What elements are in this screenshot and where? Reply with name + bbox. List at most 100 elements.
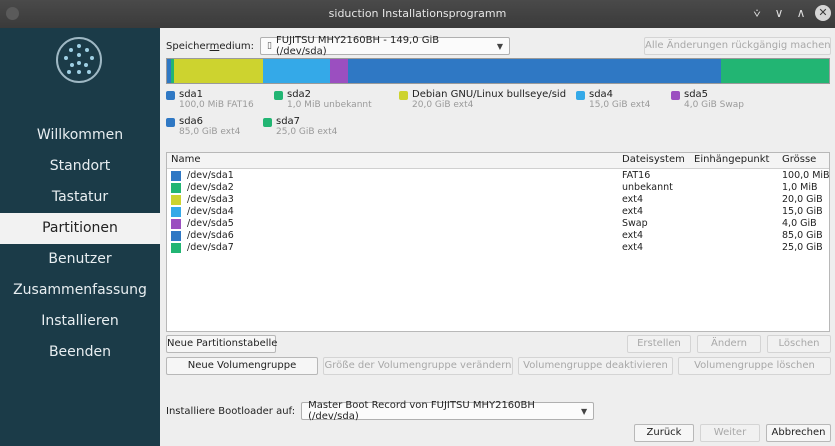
- new-partition-table-button[interactable]: Neue Partitionstabelle: [166, 335, 277, 353]
- cancel-button[interactable]: Abbrechen: [766, 424, 831, 442]
- cell-name: /dev/sda6: [187, 230, 234, 241]
- table-row[interactable]: /dev/sda3 ext4 20,0 GiB: [167, 194, 829, 206]
- sidebar-item-zusammenfassung: Zusammenfassung: [13, 282, 147, 298]
- deactivate-volume-group-button[interactable]: Volumengruppe deaktivieren: [518, 357, 673, 375]
- table-row[interactable]: /dev/sda1 FAT16 100,0 MiB: [167, 170, 830, 182]
- disk-segment-sda5[interactable]: [330, 59, 348, 83]
- legend-detail: 100,0 MiB FAT16: [179, 100, 254, 110]
- legend-swatch: [576, 91, 585, 100]
- column-header-filesystem[interactable]: Dateisystem: [622, 154, 685, 165]
- cell-name: /dev/sda7: [187, 242, 234, 253]
- minimize-icon[interactable]: ∨: [771, 5, 787, 21]
- bootloader-select[interactable]: Master Boot Record von FUJITSU MHY2160BH…: [301, 400, 595, 422]
- cell-name: /dev/sda1: [187, 170, 234, 181]
- chevron-down-icon: ▼: [580, 406, 588, 416]
- cell-filesystem: FAT16: [622, 170, 651, 181]
- cell-filesystem: ext4: [622, 242, 644, 253]
- change-button[interactable]: Ändern: [697, 335, 761, 353]
- disk-segment-sda4[interactable]: [263, 59, 330, 83]
- legend-name: sda2: [287, 89, 312, 100]
- storage-medium-label: Speichermedium:: [166, 40, 255, 52]
- legend-detail: 1,0 MiB unbekannt: [287, 100, 372, 110]
- partition-color-swatch: [171, 207, 181, 217]
- legend-detail: 20,0 GiB ext4: [412, 100, 474, 110]
- legend-name: sda4: [589, 89, 614, 100]
- revert-all-changes-button[interactable]: Alle Änderungen rückgängig machen: [644, 37, 831, 55]
- disk-segment-sda3[interactable]: [174, 59, 263, 83]
- cell-size: 100,0 MiB: [782, 170, 830, 181]
- bootloader-value: Master Boot Record von FUJITSU MHY2160BH…: [308, 400, 535, 422]
- create-button[interactable]: Erstellen: [627, 335, 691, 353]
- partition-color-swatch: [171, 183, 181, 193]
- legend-detail: 25,0 GiB ext4: [276, 127, 338, 137]
- column-header-mountpoint[interactable]: Einhängepunkt: [694, 154, 769, 165]
- delete-button[interactable]: Löschen: [767, 335, 831, 353]
- delete-volume-group-button[interactable]: Volumengruppe löschen: [678, 357, 831, 375]
- partition-color-swatch: [171, 195, 181, 205]
- legend-name: sda7: [276, 116, 301, 127]
- cell-name: /dev/sda3: [187, 194, 234, 205]
- table-header: Name Dateisystem Einhängepunkt Grösse: [167, 153, 829, 169]
- sidebar-item-willkommen: Willkommen: [36, 127, 124, 143]
- legend-swatch: [274, 91, 283, 100]
- legend-name: sda1: [179, 89, 204, 100]
- siduction-logo: [56, 37, 102, 83]
- cell-size: 1,0 MiB: [782, 182, 818, 193]
- resize-volume-group-button[interactable]: Größe der Volumengruppe verändern: [323, 357, 513, 375]
- new-volume-group-button[interactable]: Neue Volumengruppe: [166, 357, 318, 375]
- table-row[interactable]: /dev/sda7 ext4 25,0 GiB: [167, 242, 829, 254]
- legend-name: Debian GNU/Linux bullseye/sid: [412, 89, 567, 100]
- table-row[interactable]: /dev/sda5 Swap 4,0 GiB: [167, 218, 829, 230]
- partition-color-swatch: [171, 219, 181, 229]
- keep-above-icon[interactable]: ⩒: [749, 5, 765, 21]
- disk-segment-sda6[interactable]: [348, 59, 721, 83]
- cell-size: 4,0 GiB: [782, 218, 817, 229]
- title-bar: siduction Installationsprogramm ⩒ ∨ ∧ ✕: [0, 0, 835, 28]
- chevron-down-icon: ▼: [496, 41, 504, 51]
- disk-segment-sda7[interactable]: [721, 59, 829, 83]
- sidebar-item-benutzer: Benutzer: [48, 251, 112, 267]
- bootloader-label: Installiere Bootloader auf:: [166, 405, 296, 417]
- drive-icon: ▯: [267, 41, 272, 51]
- installer-window: siduction Installationsprogramm ⩒ ∨ ∧ ✕ …: [0, 0, 835, 446]
- column-header-size[interactable]: Grösse: [782, 154, 816, 165]
- cell-filesystem: ext4: [622, 230, 644, 241]
- sidebar: Willkommen Standort Tastatur Partitionen…: [0, 28, 160, 446]
- legend-name: sda6: [179, 116, 204, 127]
- table-row[interactable]: /dev/sda2 unbekannt 1,0 MiB: [167, 182, 829, 194]
- legend-swatch: [166, 91, 175, 100]
- sidebar-nav: Willkommen Standort Tastatur Partitionen…: [0, 120, 160, 368]
- window-title: siduction Installationsprogramm: [328, 7, 507, 20]
- legend-detail: 15,0 GiB ext4: [589, 100, 651, 110]
- cell-name: /dev/sda2: [187, 182, 234, 193]
- close-icon[interactable]: ✕: [815, 5, 831, 21]
- disk-usage-bar: [166, 58, 830, 84]
- cell-name: /dev/sda5: [187, 218, 234, 229]
- maximize-icon[interactable]: ∧: [793, 5, 809, 21]
- next-button[interactable]: Weiter: [700, 424, 760, 442]
- storage-medium-select[interactable]: ▯ FUJITSU MHY2160BH - 149,0 GiB (/dev/sd…: [260, 35, 511, 57]
- back-button[interactable]: Zurück: [634, 424, 694, 442]
- table-row[interactable]: /dev/sda6 ext4 85,0 GiB: [167, 230, 829, 242]
- sidebar-item-standort: Standort: [49, 158, 111, 174]
- partition-page: Speichermedium: ▯ FUJITSU MHY2160BH - 14…: [160, 28, 835, 446]
- cell-filesystem: ext4: [622, 194, 644, 205]
- partition-color-swatch: [171, 171, 181, 181]
- cell-filesystem: Swap: [622, 218, 648, 229]
- sidebar-item-installieren: Installieren: [41, 313, 119, 329]
- legend-swatch: [399, 91, 408, 100]
- table-row[interactable]: /dev/sda4 ext4 15,0 GiB: [167, 206, 829, 218]
- cell-filesystem: unbekannt: [622, 182, 673, 193]
- legend-swatch: [166, 118, 175, 127]
- cell-size: 20,0 GiB: [782, 194, 823, 205]
- legend-name: sda5: [684, 89, 709, 100]
- legend-swatch: [671, 91, 680, 100]
- column-header-name[interactable]: Name: [171, 154, 201, 165]
- cell-size: 25,0 GiB: [782, 242, 823, 253]
- sidebar-item-tastatur: Tastatur: [51, 189, 109, 205]
- legend-detail: 4,0 GiB Swap: [684, 100, 744, 110]
- cell-size: 85,0 GiB: [782, 230, 823, 241]
- legend-detail: 85,0 GiB ext4: [179, 127, 241, 137]
- partition-color-swatch: [171, 231, 181, 241]
- cell-filesystem: ext4: [622, 206, 644, 217]
